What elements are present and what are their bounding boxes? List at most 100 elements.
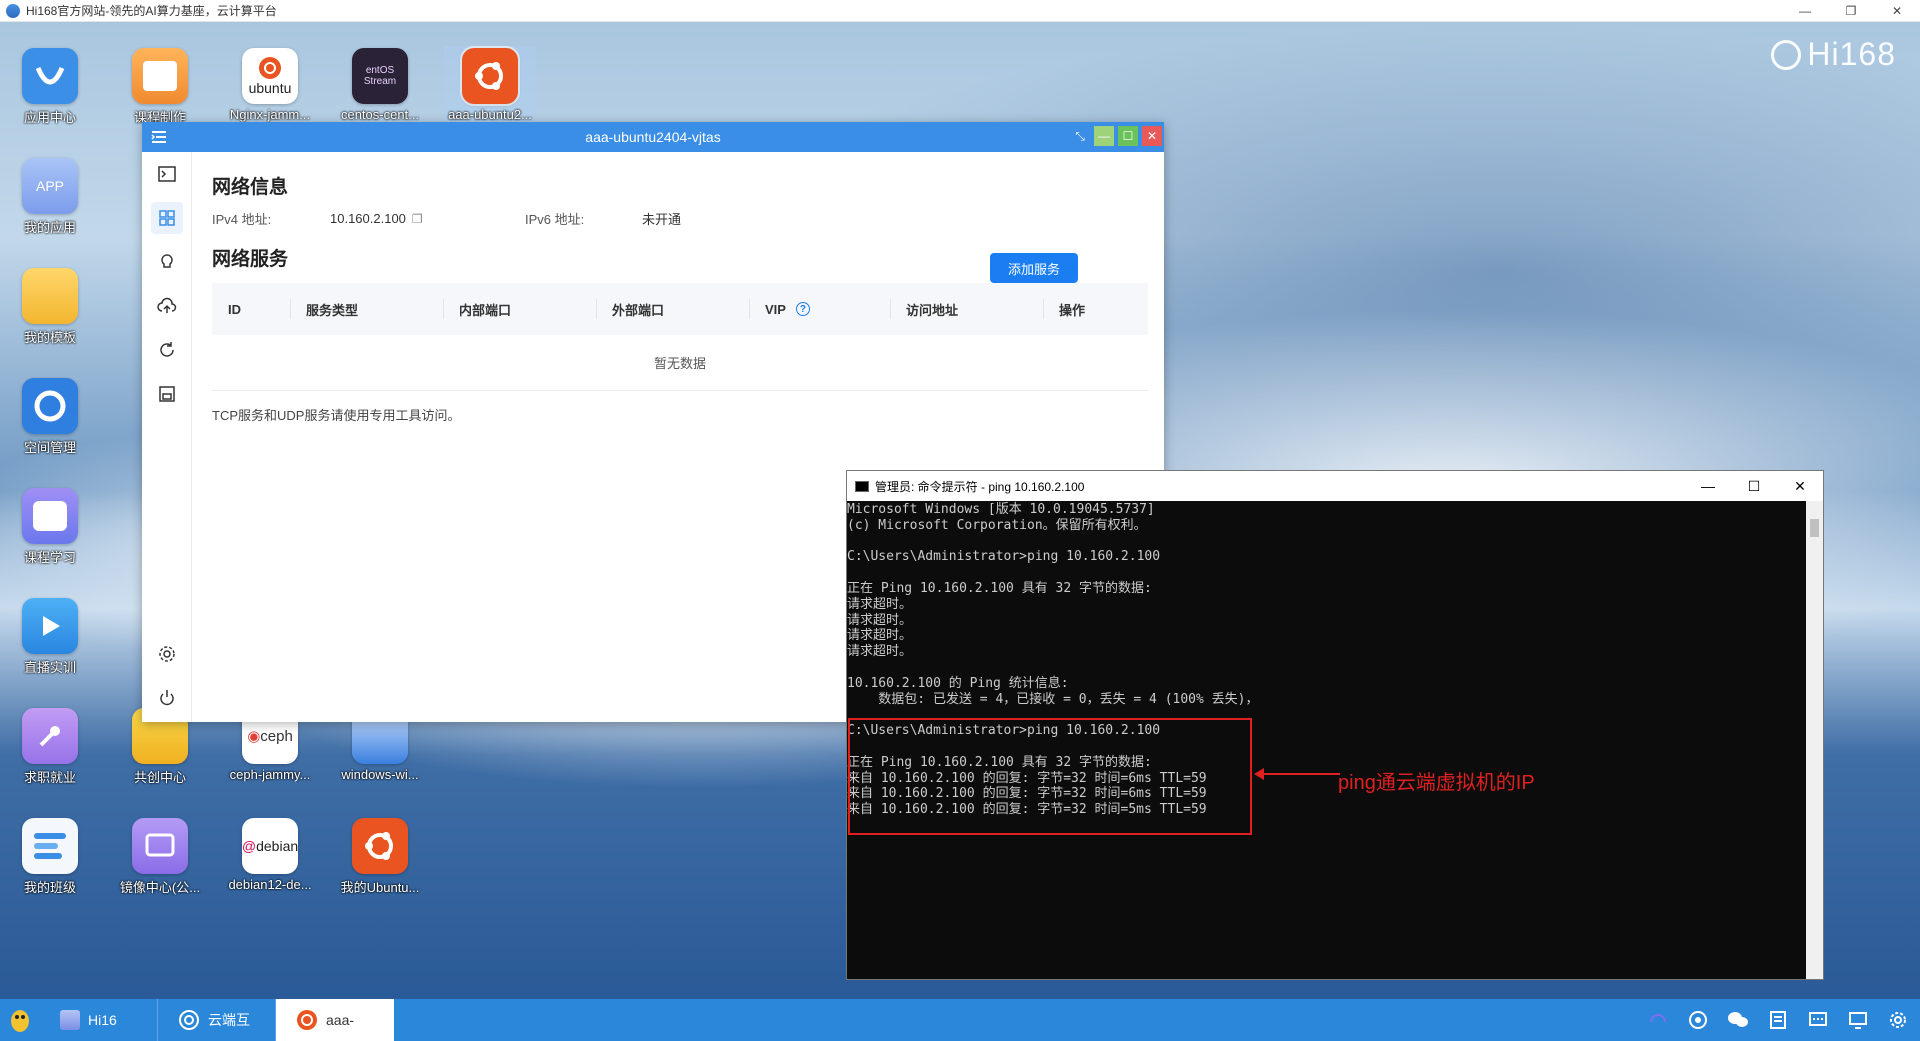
desktop-icon-centos-stream[interactable]: entOS Stream centos-cent... [332, 48, 428, 122]
power-icon[interactable] [151, 682, 183, 714]
icon-label: 应用中心 [23, 110, 76, 125]
flower-icon [1771, 39, 1802, 70]
terminal-icon[interactable] [151, 158, 183, 190]
ipv4-value: 10.160.2.100 [330, 211, 406, 226]
col-vip: VIP ? [749, 283, 890, 335]
centos-stream-icon: entOS Stream [352, 48, 408, 104]
browser-title: Hi168官方网站-领先的AI算力基座，云计算平台 [26, 4, 277, 18]
menu-icon[interactable] [150, 128, 168, 146]
sidebar [142, 152, 192, 722]
cmd-minimize-button[interactable]: — [1685, 471, 1731, 501]
message-icon[interactable] [1806, 1008, 1830, 1032]
icon-label: debian12-de... [228, 877, 312, 892]
desktop-icon-my-templates[interactable]: 我的模板 [2, 268, 98, 346]
hi168-icon [60, 1010, 80, 1030]
col-vip-label: VIP [765, 301, 786, 317]
ubuntu-icon [297, 1010, 317, 1030]
desktop-icon-my-class[interactable]: 我的班级 [2, 818, 98, 896]
network-info-heading: 网络信息 [212, 177, 289, 198]
debian-text: debian [256, 838, 298, 854]
icon-label: Nginx-jamm... [229, 107, 311, 122]
service-note: TCP服务和UDP服务请使用专用工具访问。 [212, 408, 461, 423]
empty-state: 暂无数据 [212, 335, 1148, 391]
refresh-icon[interactable] [151, 334, 183, 366]
icon-label: 我的应用 [23, 220, 76, 235]
monitor-icon[interactable] [1846, 1008, 1870, 1032]
space-manage-icon [22, 378, 78, 434]
scrollbar-thumb[interactable] [1810, 519, 1819, 537]
job-icon [22, 708, 78, 764]
add-service-button[interactable]: 添加服务 [990, 253, 1078, 283]
window-title: aaa-ubuntu2404-vjtas [585, 129, 721, 145]
col-id: ID [228, 301, 241, 317]
desktop-icon-course-learn[interactable]: 课程学习 [2, 488, 98, 566]
cloud-upload-icon[interactable] [151, 290, 183, 322]
help-icon[interactable]: ? [795, 302, 810, 316]
desktop-icon-image-center[interactable]: 镜像中心(公... [112, 818, 208, 896]
folder-icon [22, 268, 78, 324]
restore-button[interactable]: ❐ [1828, 0, 1874, 22]
desktop-icon-job[interactable]: 求职就业 [2, 708, 98, 786]
settings-gear-icon[interactable] [1886, 1008, 1910, 1032]
ip-info-row: IPv4 地址: 10.160.2.100 ❐ IPv6 地址: 未开通 [212, 209, 1148, 228]
desktop-icon-space-manage[interactable]: 空间管理 [2, 378, 98, 456]
settings-gear-icon[interactable] [151, 638, 183, 670]
signal-icon[interactable] [1686, 1008, 1710, 1032]
desktop-icon-my-apps[interactable]: APP 我的应用 [2, 158, 98, 236]
headset-icon[interactable] [1646, 1008, 1670, 1032]
close-button[interactable]: ✕ [1142, 126, 1162, 146]
taskbar-item-aaa[interactable]: aaa- [276, 999, 394, 1041]
copy-icon[interactable]: ❐ [412, 212, 423, 226]
taskbar-item-hi168[interactable]: Hi16 [40, 999, 158, 1041]
fullscreen-button[interactable]: ⤡ [1070, 126, 1090, 146]
desktop-icon-my-ubuntu[interactable]: 我的Ubuntu... [332, 818, 428, 896]
icon-label: 镜像中心(公... [119, 880, 201, 895]
cmd-maximize-button[interactable]: ☐ [1731, 471, 1777, 501]
cmd-scrollbar[interactable] [1806, 501, 1823, 979]
col-external-port: 外部端口 [596, 283, 749, 335]
image-center-icon [132, 818, 188, 874]
minimize-button[interactable]: — [1782, 0, 1828, 22]
document-icon[interactable] [1766, 1008, 1790, 1032]
wechat-icon[interactable] [1726, 1008, 1750, 1032]
icon-label: ceph-jammy... [229, 767, 311, 782]
window-titlebar[interactable]: aaa-ubuntu2404-vjtas ⤡ — ☐ ✕ [142, 122, 1164, 152]
lightbulb-icon[interactable] [151, 246, 183, 278]
network-content: 网络信息 IPv4 地址: 10.160.2.100 ❐ IPv6 地址: 未开… [212, 152, 1148, 424]
icon-label: 我的班级 [23, 880, 76, 895]
maximize-button[interactable]: ☐ [1118, 126, 1138, 146]
taskbar-item-label: 云端互 [208, 1012, 250, 1028]
col-internal-port: 内部端口 [443, 283, 596, 335]
desktop-icon-live-training[interactable]: 直播实训 [2, 598, 98, 676]
desktop-icon-aaa-ubuntu[interactable]: aaa-ubuntu2... [442, 46, 538, 122]
icon-label: 求职就业 [23, 770, 76, 785]
brand-text: Hi168 [1807, 36, 1896, 72]
course-make-icon [132, 48, 188, 104]
service-table: ID 服务类型 内部端口 外部端口 VIP ? 访问地址 操作 暂无数据 [212, 283, 1148, 391]
cmd-titlebar[interactable]: 管理员: 命令提示符 - ping 10.160.2.100 — ☐ ✕ [847, 471, 1823, 501]
arrow-icon [1254, 768, 1340, 780]
annotation-text: ping通云端虚拟机的IP [1338, 772, 1535, 794]
taskbar-item-cloud[interactable]: 云端互 [158, 999, 276, 1041]
desktop-icon-course-make[interactable]: 课程制作 [112, 48, 208, 126]
centos-text: entOS Stream [363, 65, 397, 87]
ipv4-value-wrap: 10.160.2.100 ❐ [330, 211, 525, 226]
save-icon[interactable] [151, 378, 183, 410]
minimize-button[interactable]: — [1094, 126, 1114, 146]
browser-title-bar: Hi168官方网站-领先的AI算力基座，云计算平台 — ❐ ✕ [0, 0, 1920, 22]
icon-label: centos-cent... [340, 107, 420, 122]
cmd-close-button[interactable]: ✕ [1777, 471, 1823, 501]
desktop-icon-nginx-jammy[interactable]: ubuntu Nginx-jamm... [222, 48, 318, 122]
grid-icon[interactable] [151, 202, 183, 234]
icon-label: 共创中心 [133, 770, 186, 785]
highlight-box [848, 718, 1252, 835]
hi168-logo-icon [6, 3, 20, 18]
close-button[interactable]: ✕ [1874, 0, 1920, 22]
ubuntu-icon: ubuntu [242, 48, 298, 104]
signal-icon [179, 1010, 199, 1030]
cmd-title: 管理员: 命令提示符 - ping 10.160.2.100 [875, 479, 1085, 494]
ipv6-label: IPv6 地址: [525, 212, 585, 227]
desktop-icon-app-center[interactable]: 应用中心 [2, 48, 98, 126]
start-button[interactable] [0, 999, 40, 1041]
desktop-icon-debian12[interactable]: @ debian debian12-de... [222, 818, 318, 892]
